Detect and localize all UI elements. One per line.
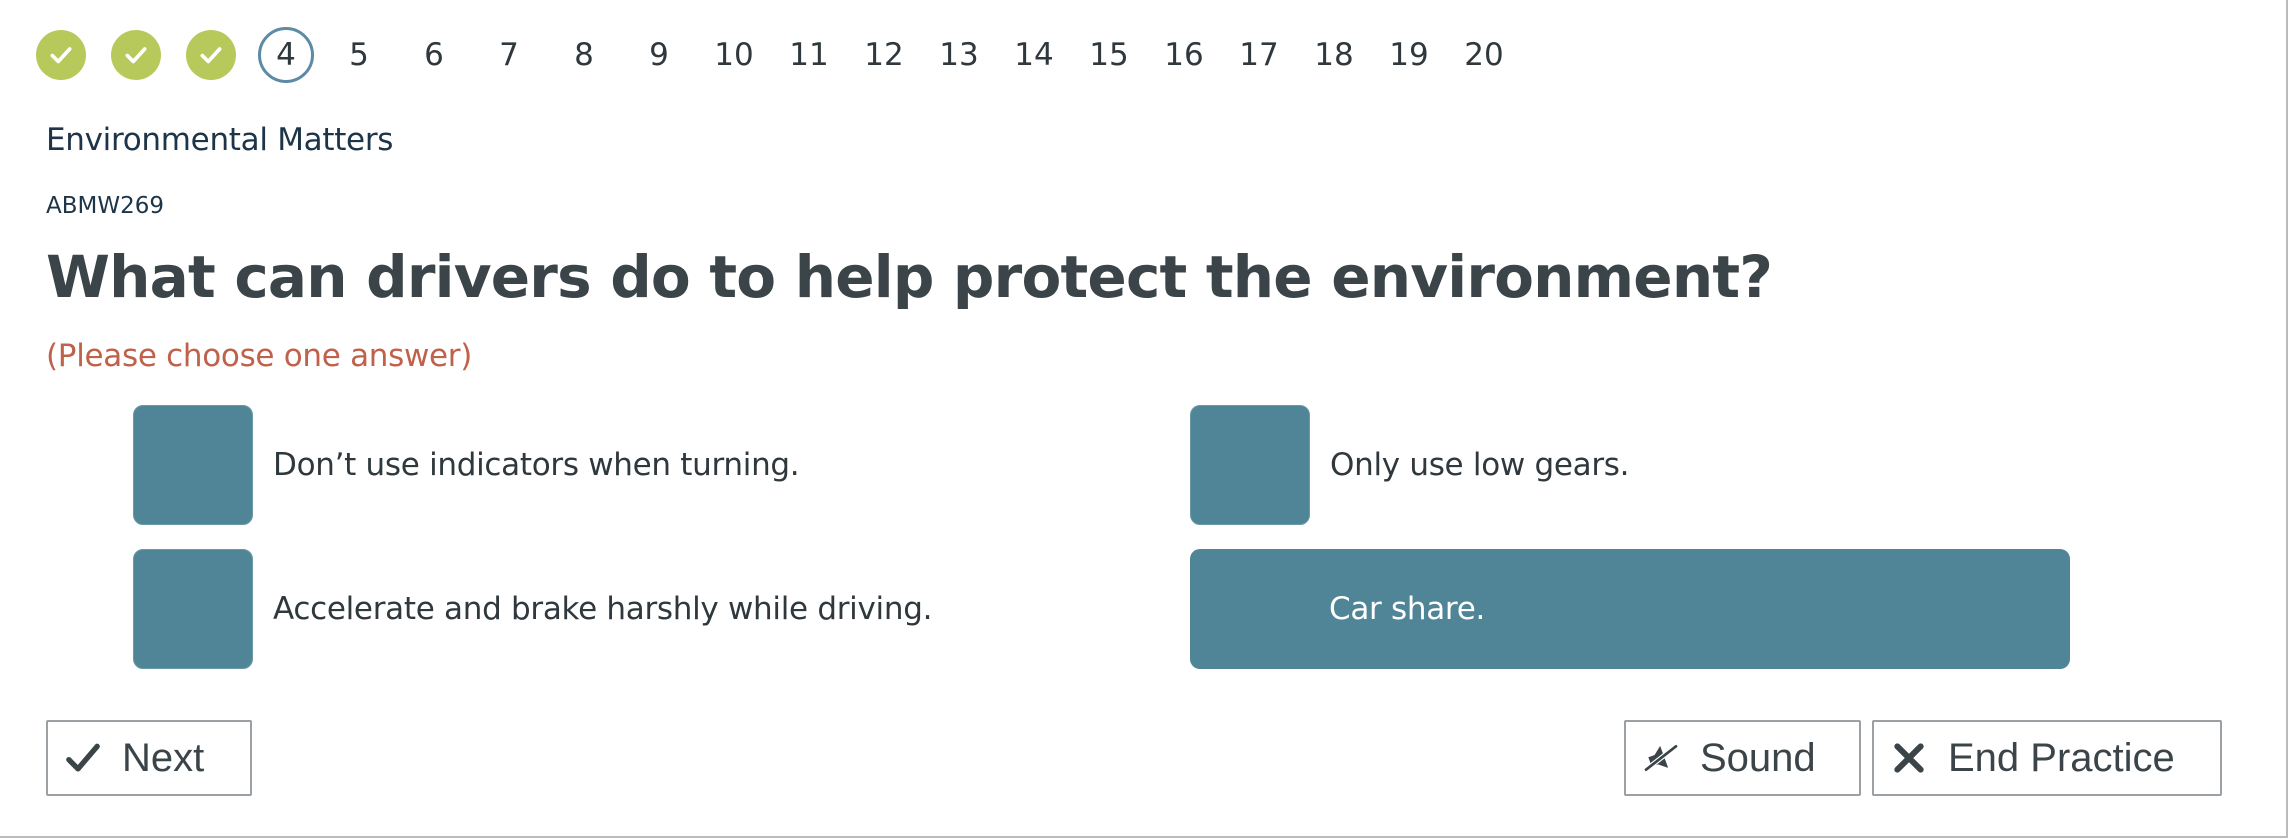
check-icon [50, 47, 72, 64]
answer-checkbox[interactable] [1190, 405, 1310, 525]
check-icon [125, 47, 147, 64]
progress-step[interactable]: 5 [330, 26, 388, 84]
answer-label: Car share. [1329, 591, 1486, 627]
progress-step-2[interactable] [111, 30, 161, 80]
sound-button[interactable]: Sound [1624, 720, 1861, 796]
progress-step[interactable]: 11 [780, 26, 838, 84]
progress-step[interactable]: 20 [1455, 26, 1513, 84]
progress-step[interactable]: 8 [555, 26, 613, 84]
progress-step-3[interactable] [186, 30, 236, 80]
end-practice-button-label: End Practice [1948, 735, 2175, 780]
close-icon [1886, 735, 1932, 781]
answer-instruction: (Please choose one answer) [46, 338, 473, 374]
progress-step[interactable]: 7 [480, 26, 538, 84]
check-icon [60, 735, 106, 781]
question-id: ABMW269 [46, 193, 164, 219]
sound-button-label: Sound [1700, 735, 1816, 780]
progress-step-1[interactable] [36, 30, 86, 80]
progress-step[interactable]: 19 [1380, 26, 1438, 84]
question-text: What can drivers do to help protect the … [46, 243, 1773, 311]
progress-step[interactable]: 13 [930, 26, 988, 84]
progress-step[interactable]: 12 [855, 26, 913, 84]
progress-step[interactable]: 16 [1155, 26, 1213, 84]
question-progress: 4 5 6 7 8 9 10 11 12 13 14 15 16 17 18 1… [32, 26, 1530, 84]
progress-step[interactable]: 17 [1230, 26, 1288, 84]
answer-label: Only use low gears. [1330, 447, 1630, 483]
progress-step[interactable]: 15 [1080, 26, 1138, 84]
progress-step[interactable]: 14 [1005, 26, 1063, 84]
answer-option-1[interactable]: Don’t use indicators when turning. [133, 405, 800, 525]
progress-step[interactable]: 9 [630, 26, 688, 84]
check-icon [200, 47, 222, 64]
speaker-muted-icon [1638, 735, 1684, 781]
progress-step[interactable]: 10 [705, 26, 763, 84]
answer-option-2[interactable]: Only use low gears. [1190, 405, 1629, 525]
answer-checkbox[interactable] [133, 405, 253, 525]
next-button[interactable]: Next [46, 720, 252, 796]
answer-option-4-selected[interactable]: Car share. [1190, 549, 2070, 669]
progress-step-current[interactable]: 4 [258, 27, 314, 83]
end-practice-button[interactable]: End Practice [1872, 720, 2222, 796]
question-category: Environmental Matters [46, 122, 394, 158]
answer-label: Don’t use indicators when turning. [273, 447, 800, 483]
progress-step[interactable]: 6 [405, 26, 463, 84]
answer-option-3[interactable]: Accelerate and brake harshly while drivi… [133, 549, 932, 669]
answer-label: Accelerate and brake harshly while drivi… [273, 591, 933, 627]
next-button-label: Next [122, 735, 205, 780]
progress-step[interactable]: 18 [1305, 26, 1363, 84]
answer-checkbox[interactable] [133, 549, 253, 669]
